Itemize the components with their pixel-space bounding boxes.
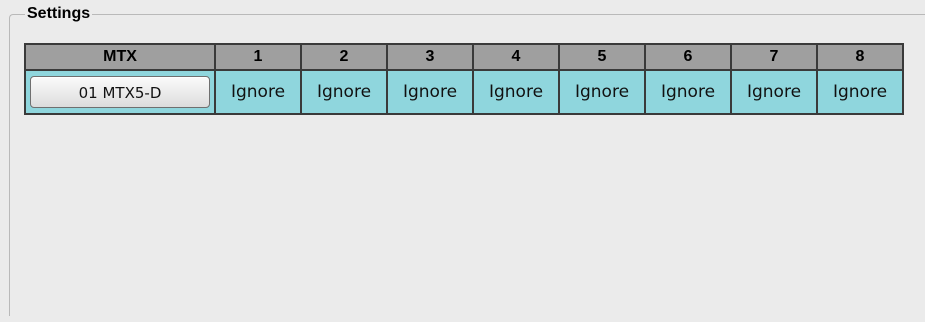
channel-1-cell[interactable]: Ignore xyxy=(214,69,302,115)
device-button[interactable]: 01 MTX5-D xyxy=(30,76,210,108)
channel-5-cell[interactable]: Ignore xyxy=(558,69,646,115)
header-channel-6: 6 xyxy=(644,43,732,71)
header-channel-8: 8 xyxy=(816,43,904,71)
settings-group-caption: Settings xyxy=(25,5,93,23)
header-channel-4: 4 xyxy=(472,43,560,71)
settings-table: MTX 1 2 3 4 5 6 7 8 01 MTX5-D Ignore Ign… xyxy=(24,43,904,115)
header-channel-7: 7 xyxy=(730,43,818,71)
channel-8-cell[interactable]: Ignore xyxy=(816,69,904,115)
channel-7-cell[interactable]: Ignore xyxy=(730,69,818,115)
header-channel-3: 3 xyxy=(386,43,474,71)
header-channel-1: 1 xyxy=(214,43,302,71)
channel-4-cell[interactable]: Ignore xyxy=(472,69,560,115)
channel-2-cell[interactable]: Ignore xyxy=(300,69,388,115)
device-cell: 01 MTX5-D xyxy=(24,69,216,115)
header-row: MTX 1 2 3 4 5 6 7 8 xyxy=(24,43,904,71)
channel-6-cell[interactable]: Ignore xyxy=(644,69,732,115)
channel-3-cell[interactable]: Ignore xyxy=(386,69,474,115)
table-row: 01 MTX5-D Ignore Ignore Ignore Ignore Ig… xyxy=(24,69,904,115)
header-mtx: MTX xyxy=(24,43,216,71)
header-channel-5: 5 xyxy=(558,43,646,71)
header-channel-2: 2 xyxy=(300,43,388,71)
